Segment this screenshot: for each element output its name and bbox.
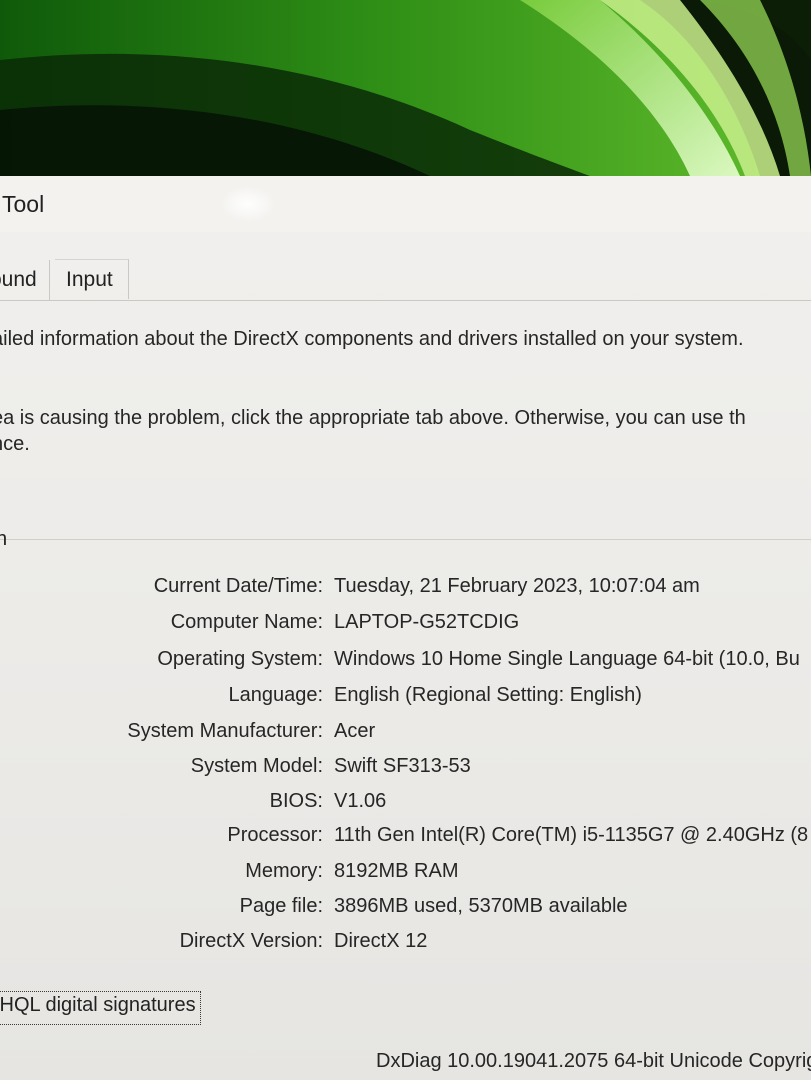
dxdiag-version-footer: DxDiag 10.00.19041.2075 64-bit Unicode C…: [376, 1050, 811, 1072]
info-row-page-file: Page file: 3896MB used, 5370MB available: [0, 895, 811, 925]
info-value: 3896MB used, 5370MB available: [334, 895, 628, 917]
info-row-operating-system: Operating System: Windows 10 Home Single…: [0, 648, 811, 678]
info-row-directx-version: DirectX Version: DirectX 12: [0, 930, 811, 960]
info-row-memory: Memory: 8192MB RAM: [0, 860, 811, 890]
info-value: V1.06: [334, 790, 387, 812]
info-label: DirectX Version:: [179, 930, 323, 952]
tab-strip: ound Input: [0, 259, 811, 301]
dxdiag-window: Tool ound Input ailed information about …: [0, 176, 811, 1080]
info-row-system-model: System Model: Swift SF313-53: [0, 755, 811, 785]
info-value: 8192MB RAM: [334, 860, 459, 882]
info-row-processor: Processor: 11th Gen Intel(R) Core(TM) i5…: [0, 824, 811, 854]
info-label: Operating System:: [157, 648, 323, 670]
wallpaper-swoosh: [0, 0, 811, 176]
system-information-group-label: n: [0, 528, 8, 550]
intro-text-line-1: ailed information about the DirectX comp…: [0, 328, 744, 350]
info-value: LAPTOP-G52TCDIG: [334, 611, 520, 633]
info-label: BIOS:: [269, 790, 323, 812]
intro-text-line-2: ea is causing the problem, click the app…: [0, 407, 746, 429]
info-label: Memory:: [245, 860, 323, 882]
info-row-date-time: Current Date/Time: Tuesday, 21 February …: [0, 575, 811, 605]
info-label: System Model:: [190, 755, 323, 777]
info-label: Current Date/Time:: [153, 575, 323, 597]
info-label: Language:: [228, 684, 323, 706]
info-label: Computer Name:: [170, 611, 323, 633]
tab-sound[interactable]: ound: [0, 260, 50, 300]
info-value: English (Regional Setting: English): [334, 684, 642, 706]
info-label: Page file:: [239, 895, 323, 917]
info-value: Windows 10 Home Single Language 64-bit (…: [334, 648, 800, 670]
intro-text-line-3: nce.: [0, 433, 30, 455]
info-value: 11th Gen Intel(R) Core(TM) i5-1135G7 @ 2…: [334, 824, 809, 846]
window-title: Tool: [2, 191, 45, 217]
info-row-bios: BIOS: V1.06: [0, 790, 811, 820]
info-value: Swift SF313-53: [334, 755, 471, 777]
whql-signatures-checkbox[interactable]: /HQL digital signatures: [0, 991, 201, 1025]
info-label: Processor:: [227, 824, 323, 846]
info-value: DirectX 12: [334, 930, 428, 952]
info-label: System Manufacturer:: [127, 720, 323, 742]
info-row-system-manufacturer: System Manufacturer: Acer: [0, 720, 811, 750]
title-bar: Tool: [0, 176, 811, 232]
info-row-computer-name: Computer Name: LAPTOP-G52TCDIG: [0, 611, 811, 641]
tab-input[interactable]: Input: [55, 259, 129, 299]
desktop-wallpaper: [0, 0, 811, 176]
info-value: Acer: [334, 720, 376, 742]
screen-glare: [220, 186, 276, 222]
info-value: Tuesday, 21 February 2023, 10:07:04 am: [334, 575, 700, 597]
whql-signatures-label: /HQL digital signatures: [0, 994, 196, 1016]
info-row-language: Language: English (Regional Setting: Eng…: [0, 684, 811, 714]
